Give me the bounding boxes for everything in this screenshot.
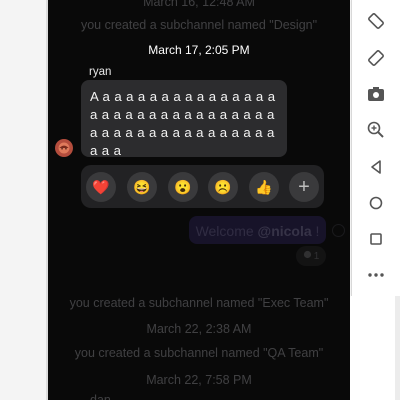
plus-icon: + <box>298 175 310 198</box>
emulator-background <box>351 296 400 400</box>
screenshot-button[interactable] <box>364 82 388 106</box>
message-timestamp: March 17, 2:05 PM <box>148 43 250 57</box>
thread-reply-badge[interactable]: 1 <box>296 246 326 266</box>
reaction-laughing-button[interactable]: 😆 <box>127 172 157 202</box>
date-separator: March 22, 7:58 PM <box>146 373 252 387</box>
sad-face-icon: ☹️ <box>214 178 232 195</box>
system-message: you created a subchannel named "QA Team" <box>74 346 324 360</box>
home-circle-icon <box>369 196 383 210</box>
emulator-toolbar <box>351 0 400 296</box>
reaction-thumbs-up-button[interactable]: 👍 <box>249 172 279 202</box>
message-author: dan <box>90 393 111 400</box>
add-reaction-button[interactable]: + <box>289 172 319 202</box>
reaction-sad-button[interactable]: ☹️ <box>208 172 238 202</box>
overview-square-icon <box>370 233 382 245</box>
camera-icon <box>368 87 384 101</box>
back-button[interactable] <box>364 155 388 179</box>
more-options-button[interactable] <box>364 263 388 287</box>
rotate-right-icon <box>368 50 384 66</box>
delivered-check-icon <box>332 224 345 237</box>
reply-count: 1 <box>313 250 320 262</box>
reply-icon <box>303 250 312 262</box>
mention-link[interactable]: @nicola <box>258 223 312 239</box>
back-triangle-icon <box>371 160 381 174</box>
reaction-surprised-button[interactable]: 😮 <box>168 172 198 202</box>
emulator-bezel <box>0 0 48 400</box>
reaction-picker: ❤️ 😆 😮 ☹️ 👍 + <box>81 165 324 208</box>
avatar-face-icon <box>58 142 70 154</box>
overview-button[interactable] <box>364 227 388 251</box>
rotate-left-icon <box>368 13 384 29</box>
rotate-right-button[interactable] <box>364 46 388 70</box>
home-button[interactable] <box>364 191 388 215</box>
focused-message-bubble: A a a a a a a a a a a a a a a a a a a a … <box>81 80 287 158</box>
own-message-bubble[interactable]: Welcome @nicola ! <box>189 216 326 244</box>
avatar[interactable] <box>55 139 73 157</box>
heart-icon: ❤️ <box>92 178 110 195</box>
zoom-in-icon <box>367 121 384 138</box>
zoom-button[interactable] <box>364 118 388 142</box>
system-message: you created a subchannel named "Design" <box>80 18 318 32</box>
chat-screen: March 16, 12:48 AM you created a subchan… <box>48 0 350 400</box>
date-separator: March 16, 12:48 AM <box>143 0 255 9</box>
more-dots-icon <box>368 273 384 277</box>
reaction-heart-button[interactable]: ❤️ <box>86 172 116 202</box>
surprised-face-icon: 😮 <box>174 178 192 195</box>
laughing-face-icon: 😆 <box>133 178 151 195</box>
message-author: ryan <box>89 66 112 78</box>
date-separator: March 22, 2:38 AM <box>146 322 252 336</box>
system-message: you created a subchannel named "Exec Tea… <box>69 296 329 310</box>
rotate-left-button[interactable] <box>364 9 388 33</box>
thumbs-up-icon: 👍 <box>255 178 273 195</box>
